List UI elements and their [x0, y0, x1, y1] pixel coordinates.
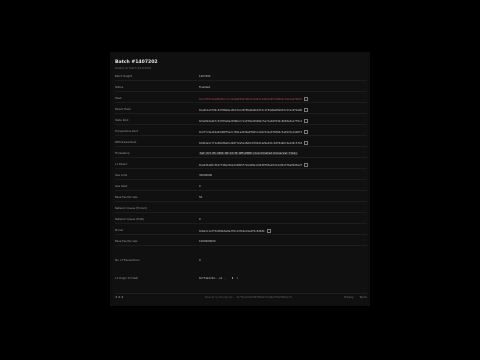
l1-origin-row: L1 Origin Tx Hash 0x7f4a2c9d...e1 ⌄ 1: [115, 276, 367, 282]
detail-value-wrap: 0x8e3c1a7f52d94b6e0a3f8c2d7b5e19a4f6c0d8…: [199, 228, 271, 234]
copy-icon[interactable]: [304, 129, 309, 135]
l1-parent-value[interactable]: 0xe6d3a90c5b27f48e1d6a3c09b5f72e4d8a1c6b…: [199, 164, 302, 167]
detail-value-wrap: 0x3c9f6fa2e88d3b7c4c1a4e8b5d2f06a17e9b3c…: [199, 96, 309, 102]
copy-icon[interactable]: [304, 140, 309, 146]
detail-row-base-fee: Base Fee Per Gas 50: [115, 195, 367, 202]
detail-row-gas-limit: Gas Limit 30000000: [115, 173, 367, 180]
tx-count-value[interactable]: 0: [199, 259, 201, 262]
terms-link[interactable]: Terms: [359, 296, 367, 299]
detail-value-wrap: 0x7f4a2c9d...e1 ⌄ 1: [199, 276, 239, 281]
privacy-link[interactable]: Privacy: [344, 296, 353, 299]
detail-row-gas-used: Gas Used 0: [115, 184, 367, 191]
detail-label: Base Fee Per Gas: [115, 240, 138, 243]
footer: ✱ ✱ ✱ Powered by Blockscout · 0x7f4a2c9d…: [115, 293, 367, 302]
detail-row-timestamp: Timestamp Sat Oct 05 2024 06:14:35 GMT+0…: [115, 151, 367, 158]
detail-label: Parent Hash: [115, 108, 131, 111]
detail-label: Network Queue (Forced): [115, 207, 147, 210]
detail-value: 50: [199, 195, 203, 199]
detail-label: Status: [115, 86, 124, 89]
detail-label: Prover: [115, 229, 124, 232]
detail-label: Batch Height: [115, 75, 132, 78]
detail-value: 0: [199, 217, 201, 221]
detail-label: Gas Limit: [115, 174, 128, 177]
detail-value: 1000000000: [199, 239, 216, 243]
hash-value[interactable]: 0x3c9f6fa2e88d3b7c4c1a4e8b5d2f06a17e9b3c…: [199, 98, 302, 101]
detail-label: Hash: [115, 97, 122, 100]
detail-value-wrap: 0xe6d3a90c5b27f48e1d6a3c09b5f72e4d8a1c6b…: [199, 162, 309, 168]
prover-value[interactable]: 0x8e3c1a7f52d94b6e0a3f8c2d7b5e19a4f6c0d8…: [199, 230, 265, 233]
detail-label: No. of Transactions: [115, 259, 140, 262]
withdrawal-root-value: 0x9b4e2c7f1a58d36e0c4b9f72a5e18d3c6f0b47…: [199, 142, 303, 146]
detail-value-wrap: 0x2f7c9e1b4a63d08f5e2c7b91a4d36e8f0b5c2a…: [199, 129, 309, 135]
divider-icon: [232, 276, 235, 280]
detail-label: Network Queue (Total): [115, 218, 145, 221]
detail-row-batch-height: Batch Height 1407202: [115, 74, 367, 81]
detail-label: Withdrawal Root: [115, 141, 137, 144]
detail-label: L1 Parent: [115, 163, 128, 166]
page-count: 1: [236, 277, 239, 281]
page-title: Batch #1407202: [115, 60, 158, 65]
detail-value: 1407202: [199, 74, 211, 78]
detail-row-hash: Hash 0x3c9f6fa2e88d3b7c4c1a4e8b5d2f06a17…: [115, 96, 367, 103]
footer-center-text: Powered by Blockscout · 0x7f4a2c9d1e5b83…: [205, 296, 292, 300]
detail-row-withdrawal-root: Withdrawal Root 0x9b4e2c7f1a58d36e0c4b9f…: [115, 140, 367, 147]
detail-row-network-queue-total: Network Queue (Total) 0: [115, 217, 367, 224]
copy-icon[interactable]: [304, 107, 309, 113]
l1-origin-value[interactable]: 0x7f4a2c9d...e1: [199, 277, 222, 280]
transactions-root-value: 0x2f7c9e1b4a63d08f5e2c7b91a4d36e8f0b5c2a…: [199, 131, 303, 135]
detail-row-parent-hash: Parent Hash 0xa4b1e7d39c52f08a6e13b7d4c2…: [115, 107, 367, 114]
batch-details-panel: Batch #1407202 Details for batch #140720…: [110, 52, 370, 306]
transactions-row: No. of Transactions 0: [115, 258, 367, 264]
detail-row-transactions-root: Transactions Root 0x2f7c9e1b4a63d08f5e2c…: [115, 129, 367, 136]
copy-icon[interactable]: [304, 96, 309, 102]
detail-label: State Root: [115, 119, 129, 122]
copy-icon[interactable]: [266, 228, 271, 234]
detail-row-status: Status Finalized: [115, 85, 367, 92]
page-subtitle: Details for batch #1407202: [115, 67, 152, 70]
detail-value-wrap: 0x9b4e2c7f1a58d36e0c4b9f72a5e18d3c6f0b47…: [199, 140, 309, 146]
detail-value: 0: [199, 184, 201, 188]
detail-row-prover: Prover 0x8e3c1a7f52d94b6e0a3f8c2d7b5e19a…: [115, 228, 367, 235]
detail-label: L1 Origin Tx Hash: [115, 277, 139, 280]
detail-value: Finalized: [199, 85, 211, 89]
detail-row-state-root: State Root 0x5e8d2a4b7c91f03e6a2d58b4c7e…: [115, 118, 367, 125]
detail-value-wrap: Sat Oct 05 2024 06:14:35 GMT+0000 (Coord…: [199, 151, 298, 155]
detail-label: Gas Used: [115, 185, 128, 188]
detail-value-wrap: 0xa4b1e7d39c52f08a6e13b7d4c29f85a0e6b3d7…: [199, 107, 309, 113]
footer-social-links[interactable]: ✱ ✱ ✱: [115, 296, 123, 299]
detail-label: Base Fee Per Gas: [115, 196, 138, 199]
state-root-value: 0x5e8d2a4b7c91f03e6a2d58b4c7e19f0a3d6b82…: [199, 120, 303, 124]
footer-links: Privacy Terms: [339, 296, 367, 299]
detail-row-l1-parent: L1 Parent 0xe6d3a90c5b27f48e1d6a3c09b5f7…: [115, 162, 367, 169]
copy-icon[interactable]: [304, 118, 309, 124]
detail-value-wrap: 0x5e8d2a4b7c91f03e6a2d58b4c7e19f0a3d6b82…: [199, 118, 309, 124]
detail-value: 30000000: [199, 173, 213, 177]
detail-label: Timestamp: [115, 152, 130, 155]
chevron-down-icon[interactable]: ⌄: [224, 277, 226, 280]
parent-hash-value[interactable]: 0xa4b1e7d39c52f08a6e13b7d4c29f85a0e6b3d7…: [199, 109, 302, 112]
timestamp-value: Sat Oct 05 2024 06:14:35 GMT+0000 (Coord…: [199, 151, 298, 155]
detail-row-network-queue-forced: Network Queue (Forced): [115, 206, 367, 213]
detail-label: Transactions Root: [115, 130, 138, 133]
copy-icon[interactable]: [304, 162, 309, 168]
detail-row-base-fee-2: Base Fee Per Gas 1000000000: [115, 239, 367, 246]
